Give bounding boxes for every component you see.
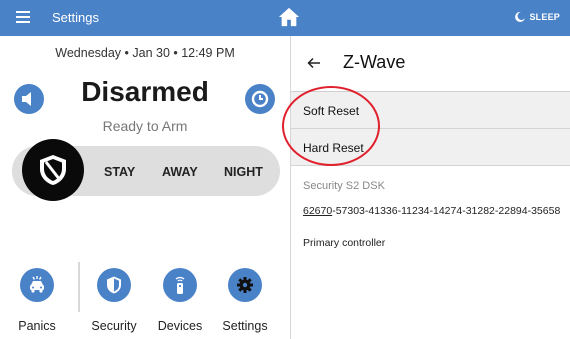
nav-label-panics[interactable]: Panics xyxy=(2,319,72,333)
s2-dsk-value: 62670-57303-41336-11234-14274-31282-2289… xyxy=(303,205,560,217)
clock-button[interactable] xyxy=(245,84,275,114)
mode-night[interactable]: NIGHT xyxy=(224,165,263,179)
mode-stay[interactable]: STAY xyxy=(104,165,135,179)
mode-away[interactable]: AWAY xyxy=(162,165,198,179)
clock-icon xyxy=(251,90,269,108)
sleep-button[interactable]: SLEEP xyxy=(515,12,560,22)
settings-button[interactable] xyxy=(228,268,262,302)
dsk-pin: 62670 xyxy=(303,205,333,217)
annotation-circle xyxy=(282,86,380,166)
remote-icon xyxy=(175,276,185,294)
back-arrow-icon[interactable] xyxy=(307,56,321,70)
shield-icon xyxy=(107,276,121,294)
nav-divider xyxy=(78,262,80,312)
arm-substatus: Ready to Arm xyxy=(102,118,188,134)
zwave-panel: Z-Wave Soft Reset Hard Reset Security S2… xyxy=(290,36,570,339)
menu-icon[interactable] xyxy=(16,11,30,23)
nav-label-devices[interactable]: Devices xyxy=(145,319,215,333)
top-bar: Settings SLEEP xyxy=(0,0,570,36)
panic-car-icon xyxy=(30,276,44,293)
nav-label-security[interactable]: Security xyxy=(79,319,149,333)
date-time: Wednesday • Jan 30 • 12:49 PM xyxy=(55,46,235,60)
home-icon[interactable] xyxy=(278,6,300,28)
devices-button[interactable] xyxy=(163,268,197,302)
security-button[interactable] xyxy=(97,268,131,302)
shield-icon xyxy=(40,155,66,185)
page-title: Settings xyxy=(52,10,99,25)
panics-button[interactable] xyxy=(20,268,54,302)
nav-label-settings[interactable]: Settings xyxy=(210,319,280,333)
moon-icon xyxy=(515,12,526,22)
sleep-label: SLEEP xyxy=(529,12,560,22)
dsk-rest: -57303-41336-11234-14274-31282-22894-356… xyxy=(332,205,561,217)
controller-role: Primary controller xyxy=(303,237,386,249)
gear-icon xyxy=(237,277,253,293)
s2-dsk-label: Security S2 DSK xyxy=(303,180,385,192)
disarm-button[interactable] xyxy=(22,139,84,201)
zwave-header: Z-Wave xyxy=(291,36,570,92)
security-panel: Wednesday • Jan 30 • 12:49 PM Disarmed R… xyxy=(0,36,290,339)
zwave-title: Z-Wave xyxy=(343,52,406,72)
